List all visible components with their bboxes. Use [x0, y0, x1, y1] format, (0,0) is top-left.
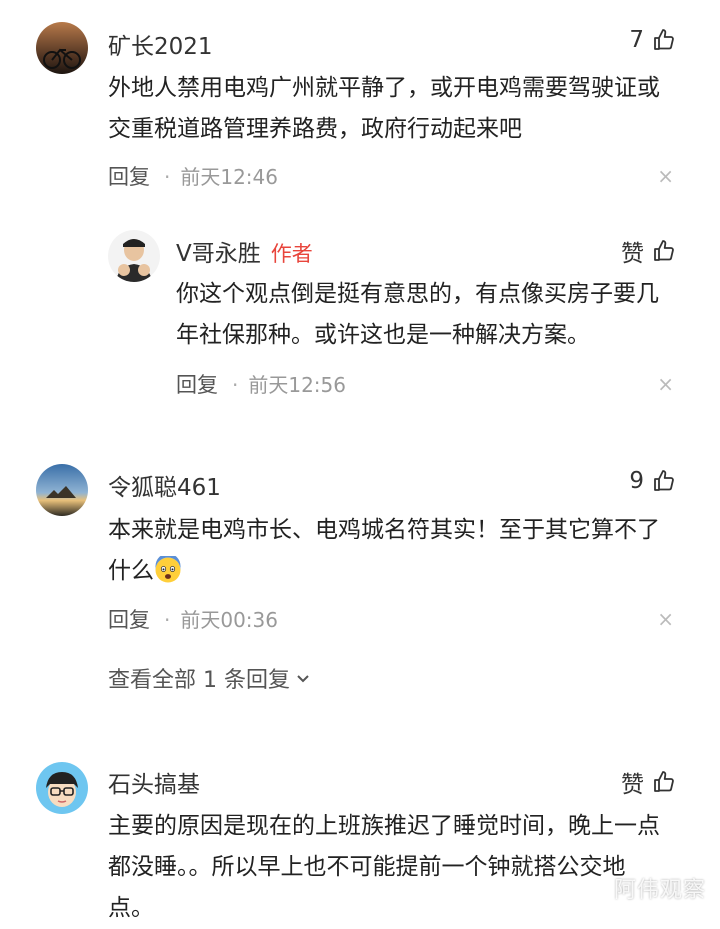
- comment-meta: 回复 · 前天12:46: [108, 161, 278, 191]
- view-all-replies-label: 查看全部 1 条回复: [108, 668, 290, 693]
- comment-text-line: 点。: [108, 895, 154, 921]
- like-count: 7: [629, 27, 644, 53]
- like-button[interactable]: 9: [629, 468, 676, 494]
- separator-dot: ·: [232, 373, 239, 397]
- username-text: V哥永胜: [176, 241, 261, 267]
- view-all-replies-link[interactable]: 查看全部 1 条回复: [108, 662, 312, 694]
- like-button[interactable]: 7: [629, 27, 676, 53]
- reply-button[interactable]: 回复: [176, 373, 218, 397]
- separator-dot: ·: [164, 165, 171, 189]
- close-icon[interactable]: ×: [657, 607, 674, 631]
- like-button[interactable]: 赞: [621, 234, 676, 268]
- username[interactable]: 矿长2021: [108, 27, 213, 61]
- comment-meta: 回复 · 前天00:36: [108, 604, 278, 634]
- like-label: 赞: [621, 772, 644, 798]
- author-badge: 作者: [270, 242, 313, 266]
- chevron-down-icon: [297, 675, 309, 683]
- comment-text-line: 主要的原因是现在的上班族推迟了睡觉时间，晚上一点: [108, 813, 660, 839]
- timestamp: 前天00:36: [180, 608, 278, 632]
- comment-text: 本来就是电鸡市长、电鸡城名符其实！至于其它算不了 什么: [108, 510, 688, 598]
- username[interactable]: V哥永胜 作者: [176, 234, 313, 268]
- comment-text: 外地人禁用电鸡广州就平静了，或开电鸡需要驾驶证或 交重税道路管理养路费，政府行动…: [108, 68, 688, 150]
- watermark: 阿伟观察: [613, 878, 706, 903]
- thumbs-up-icon: [654, 29, 674, 50]
- avatar[interactable]: [108, 230, 160, 282]
- comment-text-line: 都没睡。。所以早上也不可能提前一个钟就搭公交地: [108, 854, 626, 880]
- comment-text-line: 什么: [108, 551, 688, 598]
- timestamp: 前天12:56: [248, 373, 346, 397]
- separator-dot: ·: [164, 608, 171, 632]
- avatar[interactable]: [36, 22, 88, 74]
- thumbs-up-icon: [654, 470, 674, 491]
- like-label: 赞: [621, 241, 644, 267]
- comment-text: 你这个观点倒是挺有意思的，有点像买房子要几 年社保那种。或许这也是一种解决方案。: [176, 274, 686, 356]
- reply-button[interactable]: 回复: [108, 608, 150, 632]
- avatar[interactable]: [36, 464, 88, 516]
- comment-text-line: 本来就是电鸡市长、电鸡城名符其实！至于其它算不了: [108, 517, 660, 543]
- close-icon[interactable]: ×: [657, 372, 674, 396]
- timestamp: 前天12:46: [180, 165, 278, 189]
- username[interactable]: 令狐聪461: [108, 468, 221, 502]
- comment-text-line: 你这个观点倒是挺有意思的，有点像买房子要几: [176, 281, 659, 307]
- username[interactable]: 石头搞基: [108, 765, 200, 799]
- fearful-face-emoji-icon: [154, 553, 182, 598]
- thumbs-up-icon: [654, 240, 674, 261]
- comment-text: 主要的原因是现在的上班族推迟了睡觉时间，晚上一点 都没睡。。所以早上也不可能提前…: [108, 806, 688, 929]
- close-icon[interactable]: ×: [657, 164, 674, 188]
- like-count: 9: [629, 468, 644, 494]
- comment-text-line: 交重税道路管理养路费，政府行动起来吧: [108, 116, 522, 142]
- thumbs-up-icon: [654, 771, 674, 792]
- like-button[interactable]: 赞: [621, 765, 676, 799]
- comment-meta: 回复 · 前天12:56: [176, 369, 346, 399]
- comment-text-line: 外地人禁用电鸡广州就平静了，或开电鸡需要驾驶证或: [108, 75, 660, 101]
- reply-button[interactable]: 回复: [108, 165, 150, 189]
- avatar[interactable]: [36, 762, 88, 814]
- comment-text-line: 年社保那种。或许这也是一种解决方案。: [176, 322, 590, 348]
- comment-text-fragment: 什么: [108, 558, 154, 584]
